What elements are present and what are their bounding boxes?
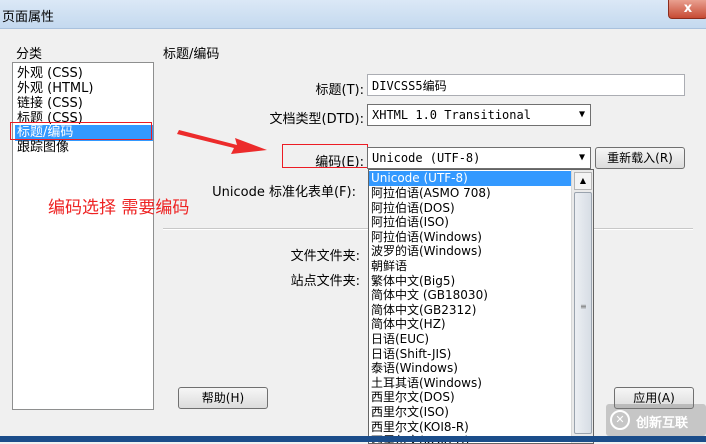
- encoding-option[interactable]: 西里尔文(DOS): [371, 390, 455, 405]
- doctype-select[interactable]: XHTML 1.0 Transitional ▼: [367, 104, 591, 126]
- title-label: 标题(T):: [315, 83, 364, 98]
- close-button[interactable]: x: [668, 0, 706, 19]
- category-item-appearance-css[interactable]: 外观 (CSS): [17, 66, 83, 82]
- doc-folder-label: 文件文件夹:: [290, 249, 360, 264]
- category-item-links-css[interactable]: 链接 (CSS): [17, 96, 83, 112]
- scroll-up-icon[interactable]: ▲: [574, 172, 592, 190]
- taskbar-strip: [0, 436, 706, 442]
- reload-button[interactable]: 重新载入(R): [595, 147, 685, 169]
- encoding-option[interactable]: 简体中文 (GB18030): [371, 288, 488, 303]
- encoding-option[interactable]: 阿拉伯语(ISO): [371, 215, 449, 230]
- section-title: 标题/编码: [163, 47, 220, 62]
- encoding-option[interactable]: 土耳其语(Windows): [371, 376, 482, 391]
- encoding-select[interactable]: Unicode (UTF-8) ▼: [367, 147, 591, 169]
- encoding-option[interactable]: Unicode (UTF-8): [369, 171, 571, 186]
- encoding-option[interactable]: 阿拉伯语(DOS): [371, 201, 455, 216]
- watermark-text: 创新互联: [636, 416, 689, 431]
- category-item-appearance-html[interactable]: 外观 (HTML): [17, 81, 93, 97]
- encoding-option[interactable]: 朝鲜语: [371, 259, 407, 274]
- window-title: 页面属性: [2, 10, 55, 25]
- highlight-box-category: [10, 122, 152, 140]
- encoding-option[interactable]: 简体中文(GB2312): [371, 303, 476, 318]
- encoding-option[interactable]: 泰语(Windows): [371, 361, 458, 376]
- highlight-box-encoding: [282, 144, 368, 168]
- scroll-thumb[interactable]: ≡: [574, 192, 592, 434]
- encoding-option[interactable]: 西里尔文(ISO): [371, 405, 449, 420]
- doctype-label: 文档类型(DTD):: [269, 112, 365, 127]
- encoding-option[interactable]: 波罗的语(Windows): [371, 244, 482, 259]
- encoding-option[interactable]: 日语(Shift-JIS): [371, 347, 451, 362]
- dropdown-scrollbar[interactable]: ▲ ≡: [571, 170, 593, 443]
- category-item-tracing-image[interactable]: 跟踪图像: [17, 140, 69, 156]
- logo-icon: ✕: [610, 410, 630, 430]
- watermark-logo: ✕ 创新互联: [606, 404, 706, 436]
- encoding-option[interactable]: 日语(EUC): [371, 332, 429, 347]
- chevron-down-icon: ▼: [578, 152, 585, 163]
- encoding-option[interactable]: 阿拉伯语(Windows): [371, 230, 482, 245]
- title-bar: 页面属性 x: [0, 0, 706, 29]
- title-input[interactable]: DIVCSS5编码: [367, 74, 685, 96]
- encoding-option[interactable]: 简体中文(HZ): [371, 317, 446, 332]
- annotation-text: 编码选择 需要编码: [48, 198, 190, 218]
- encoding-option[interactable]: 阿拉伯语(ASMO 708): [371, 186, 491, 201]
- chevron-down-icon: ▼: [578, 109, 585, 120]
- doctype-value: XHTML 1.0 Transitional: [372, 108, 531, 122]
- encoding-dropdown-list: Unicode (UTF-8) 阿拉伯语(ASMO 708) 阿拉伯语(DOS)…: [368, 169, 594, 444]
- grip-icon: ≡: [580, 302, 587, 311]
- close-icon: x: [683, 1, 693, 16]
- help-button[interactable]: 帮助(H): [178, 387, 268, 409]
- encoding-option[interactable]: 繁体中文(Big5): [371, 274, 455, 289]
- encoding-option[interactable]: 西里尔文(KOI8-R): [371, 420, 469, 435]
- category-list: 外观 (CSS) 外观 (HTML) 链接 (CSS) 标题 (CSS) 标题/…: [12, 62, 154, 410]
- site-folder-label: 站点文件夹:: [290, 274, 360, 289]
- encoding-value: Unicode (UTF-8): [372, 151, 481, 165]
- category-heading: 分类: [16, 47, 43, 62]
